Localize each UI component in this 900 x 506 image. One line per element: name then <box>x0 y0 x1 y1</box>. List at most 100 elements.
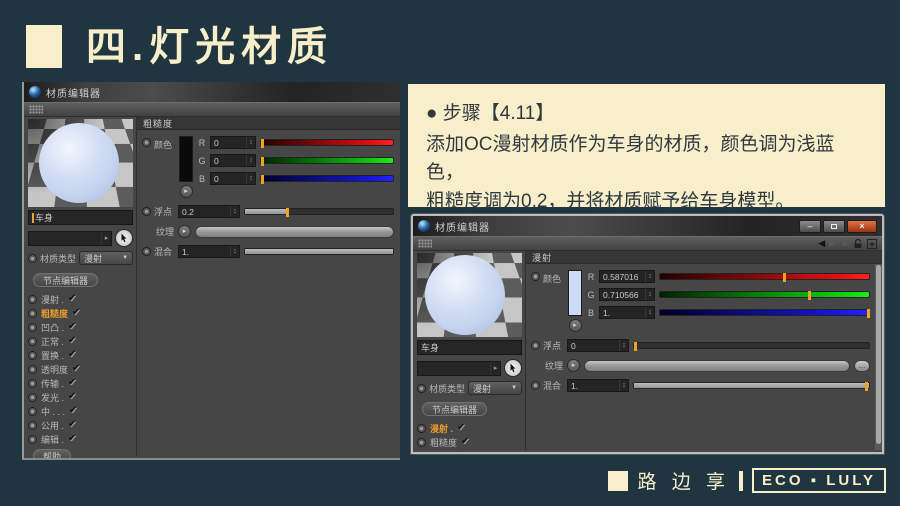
channel-row-roughness[interactable]: 粗糙度 ✔ <box>417 436 522 449</box>
check-icon[interactable]: ✔ <box>72 364 80 374</box>
texture-field[interactable] <box>584 360 850 372</box>
b-value-field[interactable]: 0 ↕ <box>210 172 256 185</box>
color-swatch[interactable] <box>179 136 193 182</box>
material-slot-field[interactable]: ▸ <box>417 361 501 376</box>
channel-radio[interactable] <box>28 407 37 416</box>
vertical-scrollbar[interactable] <box>875 264 882 450</box>
material-preview[interactable] <box>28 119 133 207</box>
channel-radio[interactable] <box>28 295 37 304</box>
b-value-field[interactable]: 1. ↕ <box>599 306 655 319</box>
titlebar[interactable]: 材质编辑器 – × <box>413 216 882 236</box>
r-value-field[interactable]: 0 ↕ <box>210 136 256 149</box>
stepper-icon[interactable]: ↕ <box>645 307 654 318</box>
g-slider[interactable] <box>659 291 870 298</box>
float-radio[interactable] <box>531 341 540 350</box>
node-editor-button[interactable]: 节点编辑器 <box>422 402 487 416</box>
channel-radio[interactable] <box>28 379 37 388</box>
lock-icon[interactable] <box>853 239 863 249</box>
stepper-icon[interactable]: ↕ <box>619 340 628 351</box>
channel-row-opacity[interactable]: 透明度 ✔ <box>28 363 133 376</box>
play-icon[interactable]: ▸ <box>178 225 191 238</box>
slider-handle[interactable] <box>261 139 264 148</box>
channel-row-emission[interactable]: 发光 . ✔ <box>28 391 133 404</box>
play-icon[interactable]: ▸ <box>567 359 580 372</box>
slider-handle[interactable] <box>261 175 264 184</box>
stepper-icon[interactable]: ↕ <box>230 206 239 217</box>
slider-handle[interactable] <box>808 291 811 300</box>
float-radio[interactable] <box>142 207 151 216</box>
texture-field[interactable] <box>195 226 394 238</box>
channel-radio[interactable] <box>28 309 37 318</box>
channel-row-roughness[interactable]: 粗糙度 ✔ <box>28 307 133 320</box>
check-icon[interactable]: ✔ <box>457 451 465 454</box>
b-slider[interactable] <box>260 175 394 182</box>
check-icon[interactable]: ✔ <box>68 350 76 360</box>
grip-icon[interactable] <box>418 239 432 248</box>
channel-row-medium[interactable]: 中 . . . ✔ <box>28 405 133 418</box>
slider-handle[interactable] <box>867 309 870 318</box>
float-slider[interactable] <box>244 208 394 215</box>
mix-slider[interactable] <box>633 382 870 389</box>
channel-radio[interactable] <box>28 323 37 332</box>
channel-radio[interactable] <box>28 435 37 444</box>
maximize-button[interactable] <box>823 220 845 233</box>
help-button[interactable]: 帮助 <box>33 449 71 460</box>
color-radio[interactable] <box>531 272 540 281</box>
channel-radio[interactable] <box>28 421 37 430</box>
check-icon[interactable]: ✔ <box>68 420 76 430</box>
channel-radio[interactable] <box>417 424 426 433</box>
play-icon[interactable]: ▸ <box>180 185 193 198</box>
material-slot-field[interactable]: ▸ <box>28 231 112 246</box>
b-slider[interactable] <box>659 309 870 316</box>
channel-radio[interactable] <box>28 365 37 374</box>
channel-row-bump[interactable]: 凹凸 . ✔ <box>28 321 133 334</box>
slider-handle[interactable] <box>286 208 289 217</box>
play-icon[interactable]: ▸ <box>569 319 582 332</box>
check-icon[interactable]: ✔ <box>457 423 465 433</box>
channel-row-displacement[interactable]: 置换 . ✔ <box>28 349 133 362</box>
mix-value-field[interactable]: 1. ↕ <box>178 245 240 258</box>
color-radio[interactable] <box>142 138 151 147</box>
color-swatch[interactable] <box>568 270 582 316</box>
channel-row-common[interactable]: 公用 . ✔ <box>28 419 133 432</box>
material-type-select[interactable]: 漫射 ▼ <box>79 251 133 265</box>
titlebar[interactable]: 材质编辑器 <box>24 82 400 102</box>
g-value-field[interactable]: 0.710566 ↕ <box>599 288 655 301</box>
channel-radio[interactable] <box>28 393 37 402</box>
minimize-button[interactable]: – <box>799 220 821 233</box>
add-icon[interactable] <box>867 239 877 249</box>
r-slider[interactable] <box>659 273 870 280</box>
stepper-icon[interactable]: ↕ <box>246 155 255 166</box>
float-value-field[interactable]: 0.2 ↕ <box>178 205 240 218</box>
float-value-field[interactable]: 0 ↕ <box>567 339 629 352</box>
up-icon[interactable]: ▲ <box>840 239 849 248</box>
channel-radio[interactable] <box>417 452 426 455</box>
stepper-icon[interactable]: ↕ <box>645 289 654 300</box>
node-editor-button[interactable]: 节点编辑器 <box>33 273 98 287</box>
check-icon[interactable]: ✔ <box>68 322 76 332</box>
r-slider[interactable] <box>260 139 394 146</box>
pick-object-button[interactable] <box>504 359 522 377</box>
material-name-input[interactable]: 车身 <box>417 340 522 355</box>
stepper-icon[interactable]: ↕ <box>230 246 239 257</box>
browse-button[interactable]: ... <box>854 360 870 372</box>
mix-radio[interactable] <box>531 381 540 390</box>
expand-icon[interactable]: ▸ <box>490 362 500 375</box>
forward-icon[interactable]: ▶ <box>829 239 836 248</box>
stepper-icon[interactable]: ↕ <box>619 380 628 391</box>
expand-icon[interactable]: ▸ <box>101 232 111 245</box>
r-value-field[interactable]: 0.587016 ↕ <box>599 270 655 283</box>
stepper-icon[interactable]: ↕ <box>246 173 255 184</box>
slider-handle[interactable] <box>634 342 637 351</box>
check-icon[interactable]: ✔ <box>68 392 76 402</box>
scrollbar-thumb[interactable] <box>876 265 881 444</box>
stepper-icon[interactable]: ↕ <box>645 271 654 282</box>
material-type-radio[interactable] <box>28 254 37 263</box>
pick-object-button[interactable] <box>115 229 133 247</box>
check-icon[interactable]: ✔ <box>68 294 76 304</box>
mix-radio[interactable] <box>142 247 151 256</box>
channel-row-normal[interactable]: 正常 . ✔ <box>28 335 133 348</box>
channel-radio[interactable] <box>28 351 37 360</box>
channel-row-diffuse[interactable]: 漫射 . ✔ <box>417 422 522 435</box>
check-icon[interactable]: ✔ <box>72 308 80 318</box>
